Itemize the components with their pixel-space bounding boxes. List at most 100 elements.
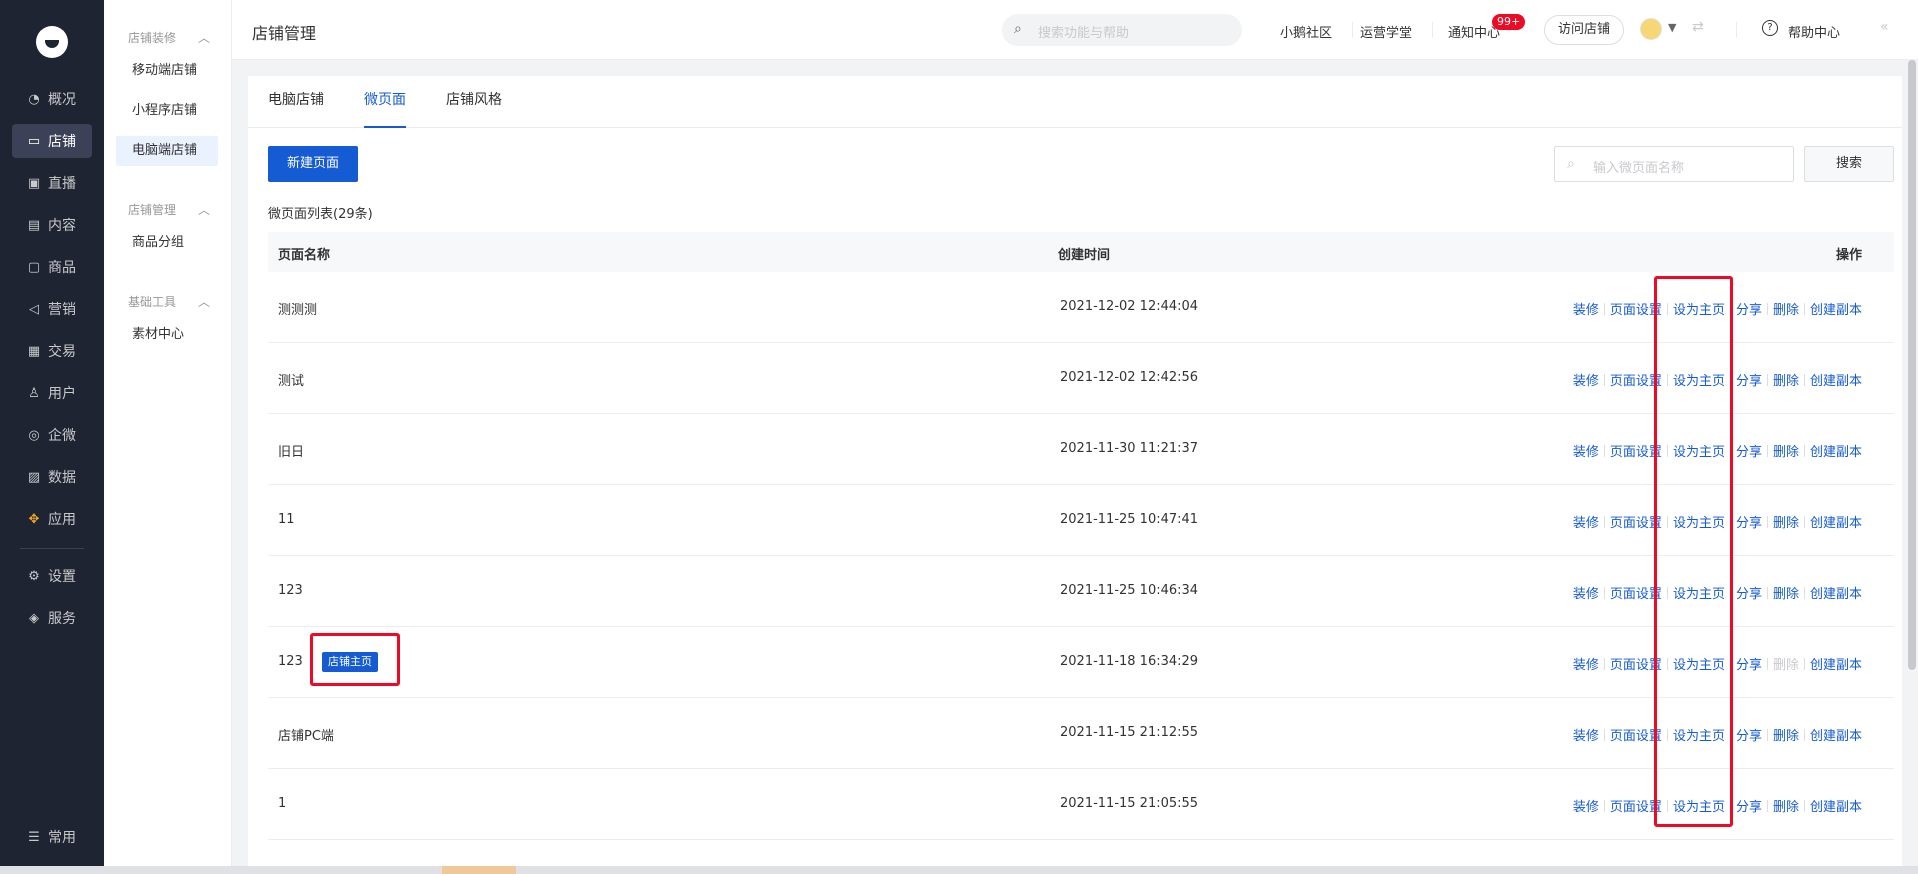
- page-name: 11: [278, 512, 295, 527]
- decorate-link[interactable]: 装修: [1573, 441, 1599, 460]
- delete-link[interactable]: 删除: [1773, 725, 1799, 744]
- tab-pc-store[interactable]: 电脑店铺: [268, 76, 324, 128]
- vertical-scrollbar[interactable]: [1908, 60, 1916, 670]
- page-settings-link[interactable]: 页面设置: [1610, 441, 1662, 460]
- sub-group-decoration[interactable]: 店铺装修 ︿: [128, 29, 210, 46]
- nav-item-service[interactable]: ◈ 服务: [12, 601, 92, 635]
- page-settings-link[interactable]: 页面设置: [1610, 299, 1662, 318]
- decorate-link[interactable]: 装修: [1573, 654, 1599, 673]
- copy-link[interactable]: 创建副本: [1810, 583, 1862, 602]
- nav-item-user[interactable]: ♙ 用户: [12, 376, 92, 410]
- set-home-link[interactable]: 设为主页: [1673, 583, 1725, 602]
- delete-link[interactable]: 删除: [1773, 370, 1799, 389]
- logo-icon[interactable]: [36, 26, 68, 58]
- nav-item-content[interactable]: ▤ 内容: [12, 208, 92, 242]
- copy-link[interactable]: 创建副本: [1810, 512, 1862, 531]
- delete-link[interactable]: 删除: [1773, 796, 1799, 815]
- nav-item-apps[interactable]: ✥ 应用: [12, 502, 92, 536]
- academy-link[interactable]: 运营学堂: [1360, 22, 1412, 41]
- set-home-link[interactable]: 设为主页: [1673, 512, 1725, 531]
- set-home-link[interactable]: 设为主页: [1673, 654, 1725, 673]
- share-link[interactable]: 分享: [1736, 299, 1762, 318]
- nav-item-store[interactable]: ▭ 店铺: [12, 124, 92, 158]
- page-name: 旧日: [278, 445, 305, 460]
- copy-link[interactable]: 创建副本: [1810, 725, 1862, 744]
- help-center-link[interactable]: 帮助中心: [1788, 22, 1840, 41]
- copy-link[interactable]: 创建副本: [1810, 796, 1862, 815]
- collapse-icon[interactable]: «: [1880, 19, 1889, 35]
- created-time: 2021-11-30 11:21:37: [1060, 441, 1199, 456]
- delete-link[interactable]: 删除: [1773, 299, 1799, 318]
- share-link[interactable]: 分享: [1736, 441, 1762, 460]
- page-settings-link[interactable]: 页面设置: [1610, 512, 1662, 531]
- action-divider: [1666, 373, 1668, 386]
- sub-item-mobile-store[interactable]: 移动端店铺: [116, 56, 218, 86]
- decorate-link[interactable]: 装修: [1573, 512, 1599, 531]
- copy-link[interactable]: 创建副本: [1810, 654, 1862, 673]
- set-home-link[interactable]: 设为主页: [1673, 441, 1725, 460]
- set-home-link[interactable]: 设为主页: [1673, 370, 1725, 389]
- nav-item-settings[interactable]: ⚙ 设置: [12, 559, 92, 593]
- decorate-link[interactable]: 装修: [1573, 725, 1599, 744]
- visit-store-button[interactable]: 访问店铺: [1544, 15, 1624, 45]
- nav-item-goods[interactable]: ▢ 商品: [12, 250, 92, 284]
- share-link[interactable]: 分享: [1736, 583, 1762, 602]
- tab-store-style[interactable]: 店铺风格: [446, 76, 502, 128]
- delete-link[interactable]: 删除: [1773, 512, 1799, 531]
- delete-link[interactable]: 删除: [1773, 441, 1799, 460]
- page-search-input[interactable]: ⌕ 输入微页面名称: [1554, 146, 1794, 182]
- community-link[interactable]: 小鹅社区: [1280, 22, 1332, 41]
- copy-link[interactable]: 创建副本: [1810, 370, 1862, 389]
- sub-group-store-manage[interactable]: 店铺管理 ︿: [128, 201, 210, 218]
- global-search-input[interactable]: ⌕ 搜索功能与帮助: [1002, 14, 1242, 46]
- horizontal-scrollbar[interactable]: [0, 866, 1918, 874]
- nav-item-common[interactable]: ☰ 常用: [12, 820, 92, 854]
- sub-group-tools[interactable]: 基础工具 ︿: [128, 293, 210, 310]
- share-link[interactable]: 分享: [1736, 796, 1762, 815]
- help-icon[interactable]: ?: [1762, 20, 1778, 36]
- nav-item-overview[interactable]: ◔ 概况: [12, 82, 92, 116]
- tab-micro-page[interactable]: 微页面: [364, 76, 406, 128]
- sub-item-miniapp-store[interactable]: 小程序店铺: [116, 96, 218, 126]
- store-icon: ▭: [27, 133, 41, 149]
- nav-item-live[interactable]: ▣ 直播: [12, 166, 92, 200]
- nav-item-wecom[interactable]: ◎ 企微: [12, 418, 92, 452]
- nav-item-data[interactable]: ▨ 数据: [12, 460, 92, 494]
- sub-group-title: 店铺管理: [128, 203, 177, 217]
- created-time: 2021-11-18 16:34:29: [1060, 654, 1199, 669]
- action-divider: [1666, 799, 1668, 812]
- scrollbar-thumb[interactable]: [442, 866, 516, 874]
- switch-icon[interactable]: ⇄: [1692, 19, 1704, 35]
- nav-item-trade[interactable]: ▦ 交易: [12, 334, 92, 368]
- delete-link[interactable]: 删除: [1773, 583, 1799, 602]
- page-settings-link[interactable]: 页面设置: [1610, 654, 1662, 673]
- set-home-link[interactable]: 设为主页: [1673, 796, 1725, 815]
- search-button[interactable]: 搜索: [1804, 146, 1894, 182]
- share-link[interactable]: 分享: [1736, 370, 1762, 389]
- decorate-link[interactable]: 装修: [1573, 583, 1599, 602]
- new-page-button[interactable]: 新建页面: [268, 146, 358, 182]
- decorate-link[interactable]: 装修: [1573, 299, 1599, 318]
- sub-item-goods-group[interactable]: 商品分组: [116, 228, 218, 258]
- table-row: 123 店铺主页 2021-11-18 16:34:29 装修 页面设置 设为主页 分享 删除…: [268, 627, 1894, 698]
- gear-icon: ⚙: [28, 568, 40, 584]
- share-link[interactable]: 分享: [1736, 725, 1762, 744]
- set-home-link[interactable]: 设为主页: [1673, 299, 1725, 318]
- nav-item-marketing[interactable]: ◁ 营销: [12, 292, 92, 326]
- sub-item-pc-store[interactable]: 电脑端店铺: [116, 136, 218, 166]
- avatar[interactable]: [1640, 18, 1662, 40]
- action-divider: [1766, 515, 1768, 528]
- decorate-link[interactable]: 装修: [1573, 796, 1599, 815]
- page-settings-link[interactable]: 页面设置: [1610, 583, 1662, 602]
- share-link[interactable]: 分享: [1736, 654, 1762, 673]
- caret-down-icon[interactable]: ▼: [1668, 21, 1676, 34]
- share-link[interactable]: 分享: [1736, 512, 1762, 531]
- page-settings-link[interactable]: 页面设置: [1610, 725, 1662, 744]
- sub-item-material-center[interactable]: 素材中心: [116, 320, 218, 350]
- set-home-link[interactable]: 设为主页: [1673, 725, 1725, 744]
- copy-link[interactable]: 创建副本: [1810, 299, 1862, 318]
- page-settings-link[interactable]: 页面设置: [1610, 370, 1662, 389]
- page-settings-link[interactable]: 页面设置: [1610, 796, 1662, 815]
- copy-link[interactable]: 创建副本: [1810, 441, 1862, 460]
- decorate-link[interactable]: 装修: [1573, 370, 1599, 389]
